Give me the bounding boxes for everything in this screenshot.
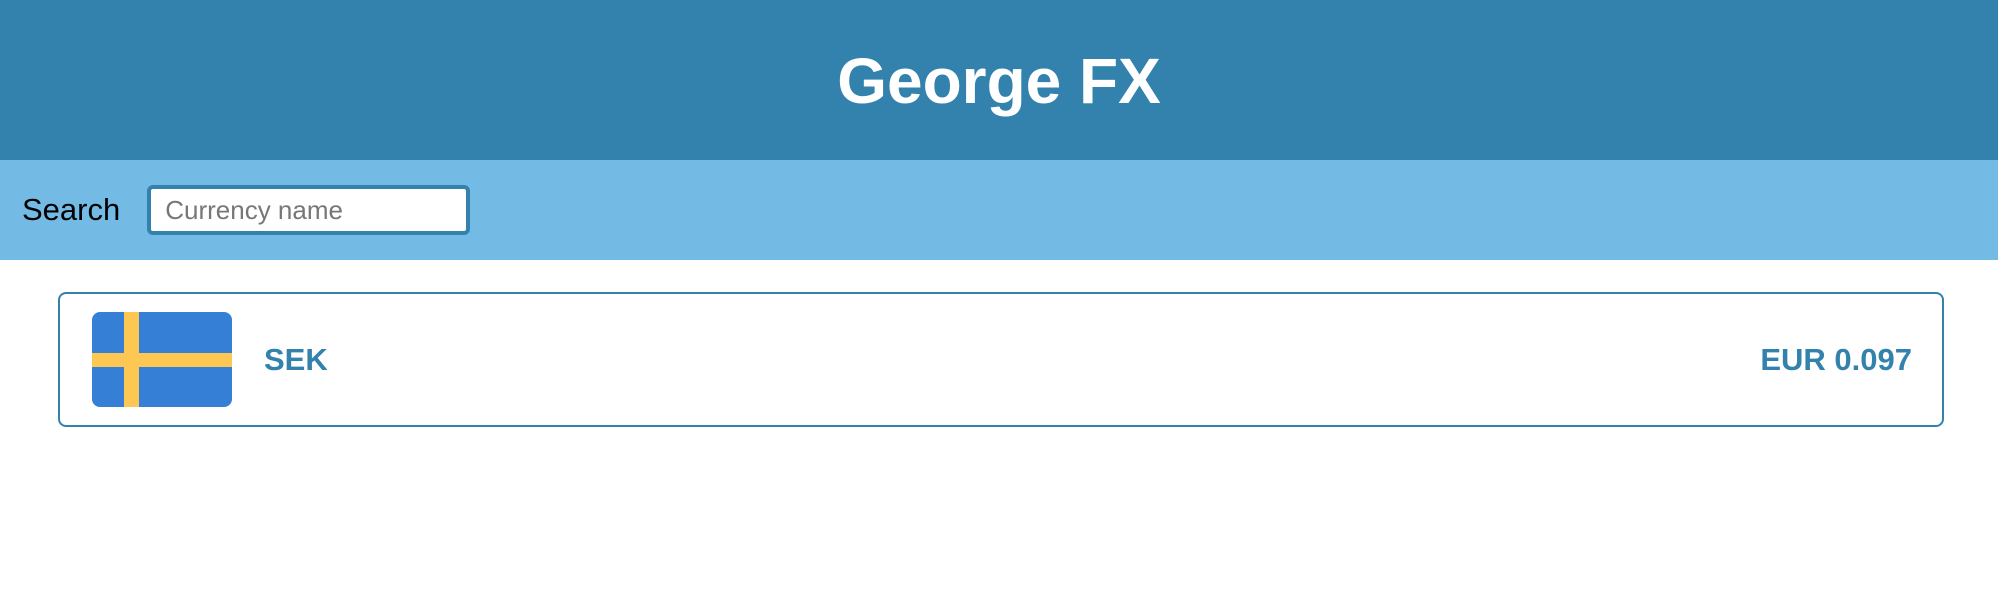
search-input[interactable] — [147, 185, 471, 235]
currency-list: SEK EUR 0.097 — [0, 260, 1998, 427]
app-header: George FX — [0, 0, 1998, 160]
page-title: George FX — [837, 45, 1161, 117]
currency-rate: EUR 0.097 — [1760, 341, 1912, 377]
search-bar: Search — [0, 160, 1998, 260]
search-label: Search — [22, 192, 121, 227]
currency-code: SEK — [264, 341, 328, 377]
sweden-flag-icon — [92, 312, 232, 407]
currency-card[interactable]: SEK EUR 0.097 — [58, 292, 1944, 427]
